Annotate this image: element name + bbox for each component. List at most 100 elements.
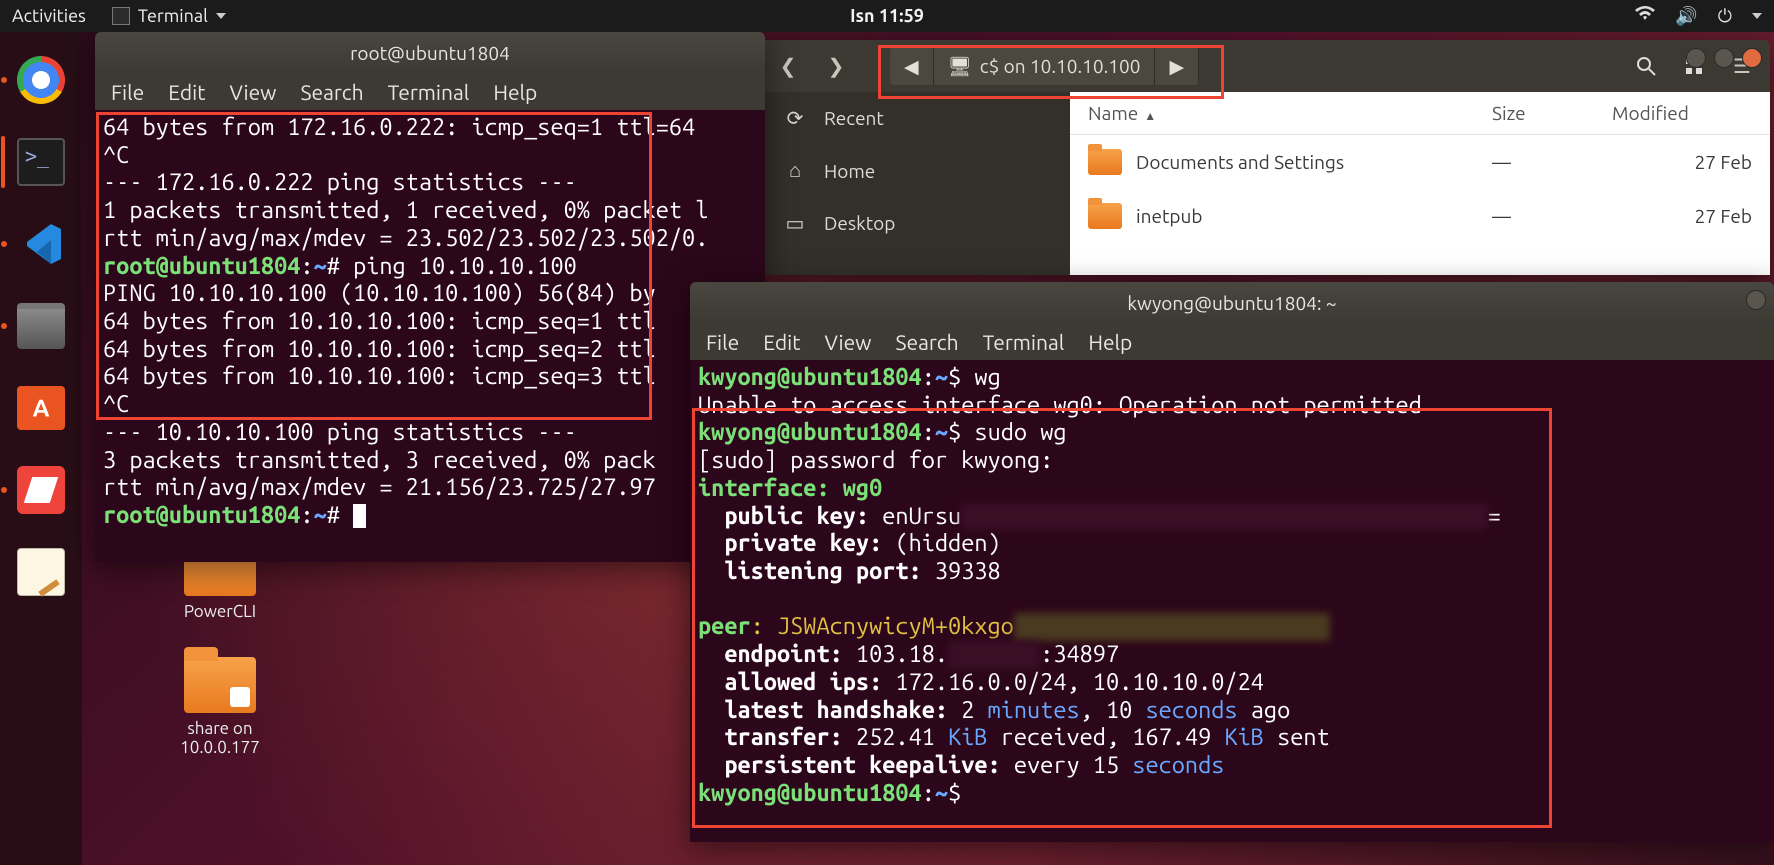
desktop-icon-label: share on bbox=[150, 719, 290, 738]
cursor bbox=[353, 504, 366, 528]
wg-interface-val: : wg0 bbox=[816, 475, 882, 501]
menu-view[interactable]: View bbox=[824, 330, 871, 354]
file-row[interactable]: Documents and Settings — 27 Feb bbox=[1070, 135, 1770, 189]
dock-texteditor[interactable] bbox=[11, 542, 71, 602]
wg-value: 172.16.0.0/24, 10.10.10.0/24 bbox=[882, 669, 1264, 695]
path-bar[interactable]: ◀ 🖥 c$ on 10.10.10.100 ▶ bbox=[890, 47, 1199, 85]
dock bbox=[0, 32, 82, 865]
menu-search[interactable]: Search bbox=[895, 330, 958, 354]
terminal-text: PING 10.10.10.100 (10.10.10.100) 56(84) … bbox=[103, 280, 656, 500]
files-headerbar: ❮ ❯ ◀ 🖥 c$ on 10.10.10.100 ▶ ☰ bbox=[760, 40, 1770, 92]
window-title: kwyong@ubuntu1804: ~ bbox=[1127, 292, 1336, 314]
clock[interactable]: Isn 11:59 bbox=[850, 6, 924, 26]
wg-interface-key: interface bbox=[698, 475, 816, 501]
folder-icon bbox=[1088, 149, 1122, 175]
terminal-menubar: File Edit View Search Terminal Help bbox=[95, 74, 765, 110]
dock-software[interactable] bbox=[11, 378, 71, 438]
prompt-user: kwyong@ubuntu1804 bbox=[698, 364, 922, 390]
wg-value: 39338 bbox=[922, 558, 1001, 584]
terminal-window-kwyong[interactable]: kwyong@ubuntu1804: ~ File Edit View Sear… bbox=[690, 282, 1774, 842]
app-menu[interactable]: Terminal bbox=[112, 6, 226, 26]
file-size: — bbox=[1492, 151, 1612, 173]
system-menu-chevron-icon[interactable] bbox=[1752, 13, 1762, 19]
files-columns-header[interactable]: Name ▲ Size Modified bbox=[1070, 92, 1770, 135]
wg-label: private key: bbox=[698, 530, 882, 556]
window-close-button[interactable] bbox=[1742, 48, 1762, 68]
prompt-path: ~ bbox=[314, 502, 327, 528]
menu-file[interactable]: File bbox=[111, 80, 144, 104]
terminal-window-root[interactable]: root@ubuntu1804 File Edit View Search Te… bbox=[95, 32, 765, 562]
window-minimize-button[interactable] bbox=[1686, 48, 1706, 68]
path-prev-button[interactable]: ◀ bbox=[890, 47, 934, 85]
wg-peer-val: : JSWAcnywicyM+0kxgo bbox=[751, 613, 1014, 639]
terminal-icon bbox=[17, 138, 65, 186]
nav-forward-button[interactable]: ❯ bbox=[818, 48, 854, 84]
dock-files[interactable] bbox=[11, 296, 71, 356]
redacted-text: XXX.XXX bbox=[948, 641, 1040, 669]
wg-value: (hidden) bbox=[882, 530, 1000, 556]
wg-label: public key: bbox=[698, 503, 869, 529]
file-modified: 27 Feb bbox=[1612, 151, 1752, 173]
terminal-text: [sudo] password for kwyong: bbox=[698, 447, 1053, 473]
col-name[interactable]: Name bbox=[1088, 102, 1138, 124]
menu-terminal[interactable]: Terminal bbox=[388, 80, 470, 104]
path-location[interactable]: 🖥 c$ on 10.10.10.100 bbox=[934, 47, 1156, 85]
nautilus-window[interactable]: ❮ ❯ ◀ 🖥 c$ on 10.10.10.100 ▶ ☰ ⟳Recent ⌂… bbox=[760, 40, 1770, 275]
prompt-path: ~ bbox=[935, 419, 948, 445]
sort-asc-icon: ▲ bbox=[1144, 110, 1156, 123]
activities-button[interactable]: Activities bbox=[12, 6, 86, 26]
wifi-icon[interactable] bbox=[1635, 6, 1655, 26]
desktop-icon-label: 10.0.0.177 bbox=[150, 738, 290, 757]
menu-view[interactable]: View bbox=[229, 80, 276, 104]
window-minimize-button[interactable] bbox=[1746, 290, 1766, 310]
wg-peer-key: peer bbox=[698, 613, 751, 639]
wg-unit: KiB bbox=[1224, 724, 1263, 750]
col-size[interactable]: Size bbox=[1492, 102, 1612, 124]
prompt-user: root@ubuntu1804 bbox=[103, 253, 300, 279]
file-row[interactable]: inetpub — 27 Feb bbox=[1070, 189, 1770, 243]
menu-file[interactable]: File bbox=[706, 330, 739, 354]
prompt-user: root@ubuntu1804 bbox=[103, 502, 300, 528]
dock-anydesk[interactable] bbox=[11, 460, 71, 520]
wg-value: 252.41 bbox=[843, 724, 948, 750]
menu-help[interactable]: Help bbox=[493, 80, 537, 104]
menu-terminal[interactable]: Terminal bbox=[983, 330, 1065, 354]
app-menu-label: Terminal bbox=[138, 6, 208, 26]
col-modified[interactable]: Modified bbox=[1612, 102, 1752, 124]
desktop-icon: ▭ bbox=[784, 211, 806, 235]
search-button[interactable] bbox=[1628, 48, 1664, 84]
window-titlebar[interactable]: kwyong@ubuntu1804: ~ bbox=[690, 282, 1774, 324]
recent-icon: ⟳ bbox=[784, 106, 806, 130]
sidebar-item-desktop[interactable]: ▭Desktop bbox=[760, 197, 1070, 249]
wg-value: :34897 bbox=[1040, 641, 1119, 667]
terminal-text: Unable to access interface wg0: Operatio… bbox=[698, 392, 1422, 418]
desktop-folder-share[interactable]: share on 10.0.0.177 bbox=[150, 657, 290, 757]
path-next-button[interactable]: ▶ bbox=[1155, 47, 1199, 85]
window-titlebar[interactable]: root@ubuntu1804 bbox=[95, 32, 765, 74]
command-text: wg bbox=[974, 364, 1000, 390]
dock-chrome[interactable] bbox=[11, 50, 71, 110]
menu-help[interactable]: Help bbox=[1088, 330, 1132, 354]
text-editor-icon bbox=[17, 548, 65, 596]
window-maximize-button[interactable] bbox=[1714, 48, 1734, 68]
sidebar-label: Home bbox=[824, 160, 875, 182]
menu-search[interactable]: Search bbox=[300, 80, 363, 104]
menu-edit[interactable]: Edit bbox=[763, 330, 800, 354]
dock-terminal[interactable] bbox=[11, 132, 71, 192]
desktop-icons: PowerCLI share on 10.0.0.177 bbox=[150, 540, 290, 793]
files-listview[interactable]: Name ▲ Size Modified Documents and Settin… bbox=[1070, 92, 1770, 275]
terminal-output[interactable]: kwyong@ubuntu1804:~$ wg Unable to access… bbox=[690, 360, 1774, 842]
chevron-down-icon bbox=[216, 13, 226, 19]
redacted-text: XXXXXXXXXXXXXXXXXXXXXXXXXXXXXXXXXXXXXXXX bbox=[961, 503, 1487, 531]
sidebar-item-recent[interactable]: ⟳Recent bbox=[760, 92, 1070, 144]
nav-back-button[interactable]: ❮ bbox=[770, 48, 806, 84]
file-size: — bbox=[1492, 205, 1612, 227]
wg-label: persistent keepalive: bbox=[698, 752, 1001, 778]
volume-icon[interactable]: 🔊 bbox=[1675, 6, 1697, 27]
terminal-output[interactable]: 64 bytes from 172.16.0.222: icmp_seq=1 t… bbox=[95, 110, 765, 562]
menu-edit[interactable]: Edit bbox=[168, 80, 205, 104]
dock-vscode[interactable] bbox=[11, 214, 71, 274]
wg-value: , 10 bbox=[1080, 697, 1146, 723]
sidebar-item-home[interactable]: ⌂Home bbox=[760, 144, 1070, 197]
power-icon[interactable]: ⏻ bbox=[1718, 6, 1732, 27]
